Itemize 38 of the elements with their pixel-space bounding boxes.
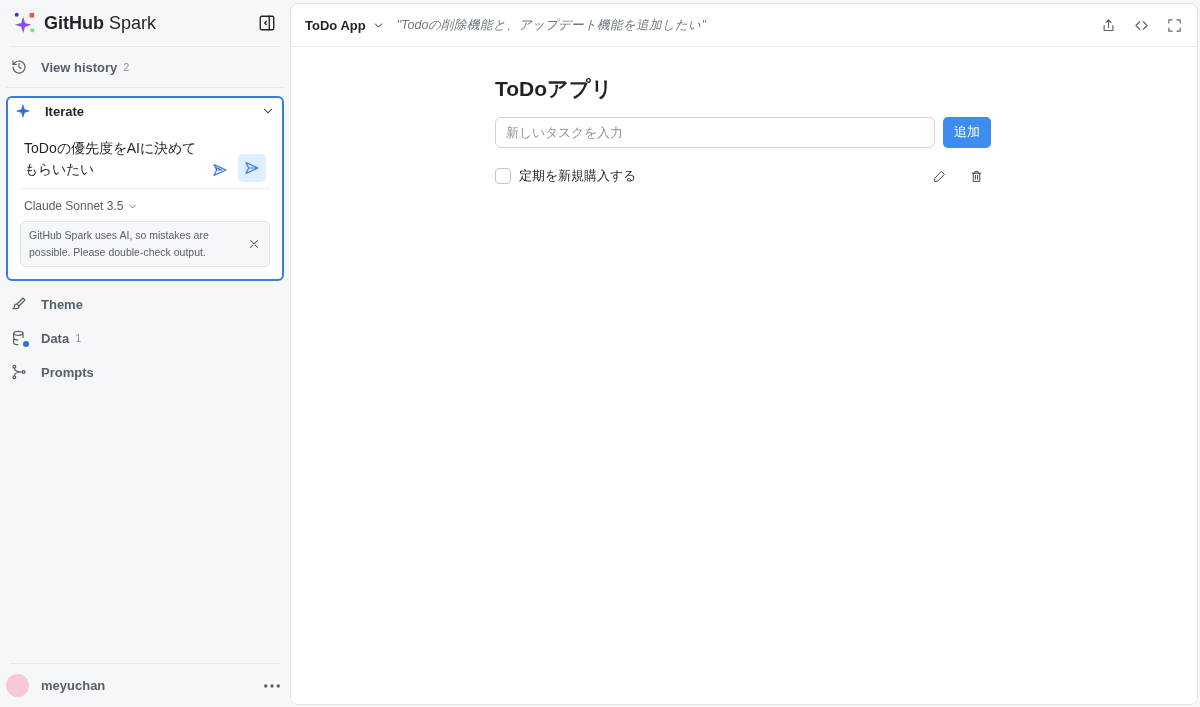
database-icon — [11, 330, 27, 346]
sparkle-icon — [15, 103, 31, 119]
sidebar-item[interactable]: Theme — [41, 296, 83, 312]
iterate-title[interactable]: Iterate — [45, 103, 247, 119]
brand-name: GitHub Spark — [44, 12, 158, 34]
brush-icon — [11, 296, 27, 312]
send-icon — [244, 160, 260, 176]
send-button[interactable] — [238, 154, 266, 182]
view-history-link[interactable]: View history — [41, 59, 118, 75]
fullscreen-icon — [1167, 17, 1182, 33]
more-icon — [264, 683, 280, 688]
app-title: ToDoアプリ — [495, 76, 615, 102]
history-icon — [11, 59, 27, 75]
model-selector[interactable]: Claude Sonnet 3.5 — [20, 189, 143, 221]
close-icon — [247, 237, 261, 251]
item-count: 1 — [75, 332, 82, 344]
todo-text: 定期を新規購入する — [519, 167, 637, 185]
branch-icon — [11, 364, 27, 380]
sidebar-item[interactable]: Prompts — [41, 364, 94, 380]
user-name: meyuchan — [41, 678, 107, 693]
notice-text: GitHub Spark uses AI, so mistakes are possible. Please double-check output. — [29, 228, 210, 260]
more-button[interactable] — [264, 683, 280, 688]
history-count: 2 — [123, 61, 130, 73]
sparkle-logo-icon — [14, 12, 36, 34]
share-icon — [1101, 17, 1116, 33]
sparkle-plane-icon — [212, 162, 228, 178]
app-selector[interactable]: ToDo App — [305, 17, 385, 33]
sidebar-item[interactable]: Data — [41, 330, 70, 346]
checkbox[interactable] — [495, 168, 511, 184]
last-prompt: "Todoの削除機能と、アップデート機能を追加したい" — [396, 16, 708, 34]
add-button[interactable]: 追加 — [943, 117, 991, 148]
close-button[interactable] — [247, 237, 261, 251]
pencil-icon — [933, 169, 946, 183]
sidebar-toggle-icon — [258, 14, 276, 32]
task-input[interactable]: 新しいタスクを入力 — [495, 117, 935, 148]
prompt-input[interactable]: ToDoの優先度をAIに決めてもらいたい — [24, 138, 202, 182]
avatar — [6, 674, 29, 697]
trash-icon — [970, 169, 983, 183]
